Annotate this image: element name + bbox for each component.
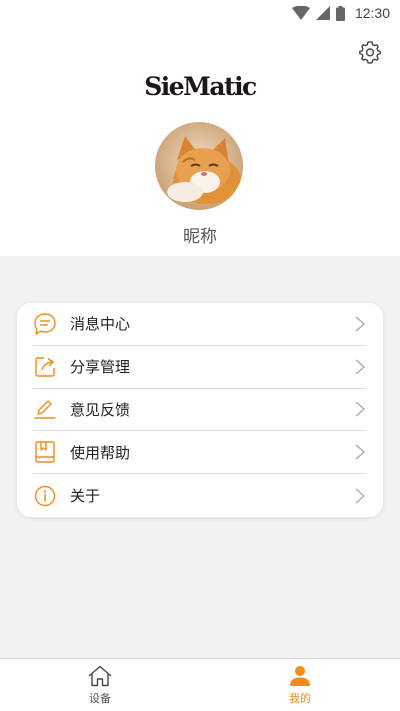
menu-item-share-management[interactable]: 分享管理 [33, 346, 366, 389]
chevron-right-icon [355, 401, 366, 418]
info-icon [34, 485, 56, 506]
home-icon [88, 665, 112, 686]
menu-item-about[interactable]: 关于 [33, 474, 366, 517]
chevron-right-icon [355, 444, 366, 460]
cell-signal-icon [315, 6, 330, 20]
message-icon [34, 313, 56, 335]
menu-item-help[interactable]: 使用帮助 [33, 431, 366, 475]
menu-item-feedback[interactable]: 意见反馈 [33, 389, 366, 432]
menu-card: 消息中心 分享管理 意见反馈 使用帮助 关于 [17, 303, 383, 517]
tab-mine[interactable]: 我的 [200, 659, 400, 711]
settings-gear-icon[interactable] [358, 40, 382, 64]
tab-label: 我的 [289, 691, 311, 705]
menu-item-label: 使用帮助 [70, 443, 131, 462]
tab-label: 设备 [89, 691, 111, 705]
menu-item-label: 消息中心 [70, 315, 131, 334]
profile-header: SieMatic 昵称 [0, 26, 400, 256]
menu-item-message-center[interactable]: 消息中心 [33, 303, 366, 346]
help-book-icon [35, 441, 55, 463]
chevron-right-icon [355, 488, 366, 504]
status-time: 12:30 [354, 5, 390, 21]
avatar[interactable] [155, 122, 243, 210]
cat-photo [155, 122, 243, 210]
wifi-icon [291, 6, 310, 20]
battery-icon [335, 5, 345, 21]
status-bar: 12:30 [0, 0, 400, 26]
chevron-right-icon [355, 359, 366, 375]
bottom-tab-bar: 设备 我的 [0, 658, 400, 711]
menu-item-label: 关于 [70, 487, 101, 506]
tab-devices[interactable]: 设备 [0, 659, 200, 711]
nickname[interactable]: 昵称 [0, 222, 400, 247]
menu-item-label: 意见反馈 [70, 400, 131, 419]
person-icon [290, 665, 310, 686]
brand-logo: SieMatic [144, 72, 257, 101]
menu-item-label: 分享管理 [70, 358, 131, 377]
chevron-right-icon [355, 316, 366, 332]
share-icon [35, 356, 55, 377]
feedback-pencil-icon [34, 400, 56, 420]
